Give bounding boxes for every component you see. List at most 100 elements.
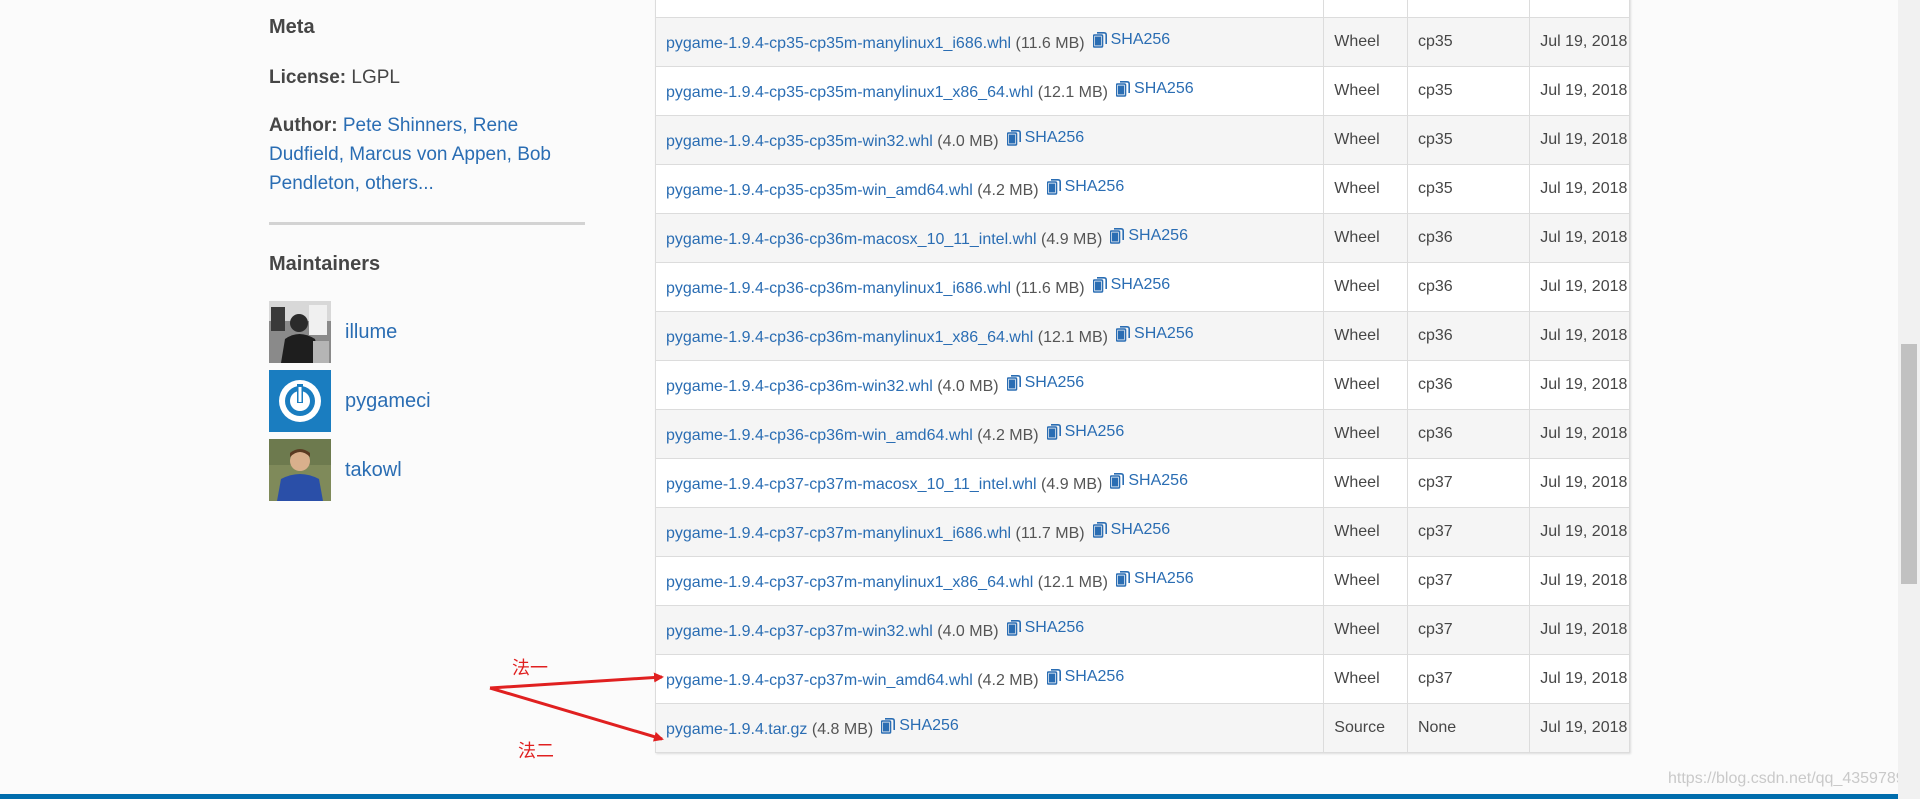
date-cell: Jul 19, 2018 [1529,507,1630,557]
file-download-link[interactable]: pygame-1.9.4-cp37-cp37m-macosx_10_11_int… [666,476,1037,493]
copy-icon [1092,522,1107,538]
table-row: pygame-1.9.4-cp36-cp36m-macosx_10_11_int… [654,213,1630,263]
copy-icon [1006,620,1021,636]
copy-icon [1046,179,1061,195]
file-cell: pygame-1.9.4-cp37-cp37m-win32.whl (4.0 M… [654,605,1325,655]
python-cell: cp36 [1406,311,1531,361]
maintainer-item[interactable]: pygameci [269,370,431,432]
file-size: (11.6 MB) [1015,280,1085,297]
python-cell: cp37 [1406,556,1531,606]
file-cell: pygame-1.9.4-cp35-cp35m-manylinux1_x86_6… [654,66,1325,116]
sha256-button[interactable]: SHA256 [1110,227,1188,245]
python-cell: cp35 [1406,164,1531,214]
scrollbar-thumb[interactable] [1901,344,1917,584]
file-download-link[interactable]: pygame-1.9.4-cp35-cp35m-manylinux1_i686.… [666,35,1011,52]
sha256-label: SHA256 [899,717,959,734]
scrollbar[interactable] [1898,0,1920,799]
type-cell: Wheel [1323,654,1408,704]
copy-icon [1110,473,1125,489]
date-cell: Jul 19, 2018 [1529,654,1630,704]
sha256-button[interactable]: SHA256 [1006,374,1084,392]
file-download-link[interactable]: pygame-1.9.4-cp37-cp37m-manylinux1_i686.… [666,525,1011,542]
file-download-link[interactable]: pygame-1.9.4.tar.gz [666,721,807,738]
table-row: pygame-1.9.4.tar.gz (4.8 MB) SHA256 Source… [654,703,1630,753]
avatar[interactable] [269,301,331,363]
sha256-button[interactable]: SHA256 [1046,668,1124,686]
avatar[interactable] [269,439,331,501]
table-row: pygame-1.9.4-cp36-cp36m-win32.whl (4.0 M… [654,360,1630,410]
copy-icon [1006,130,1021,146]
copy-icon [1116,326,1131,342]
maintainer-item[interactable]: takowl [269,439,402,501]
sha256-label: SHA256 [1134,325,1194,342]
maintainer-name[interactable]: illume [345,321,397,344]
sha256-button[interactable]: SHA256 [1046,178,1125,196]
maintainer-name[interactable]: takowl [345,459,402,482]
file-cell: pygame-1.9.4-cp36-cp36m-win_amd64.whl (4… [654,409,1325,459]
file-cell: pygame-1.9.4-cp37-cp37m-manylinux1_x86_6… [654,556,1325,606]
avatar[interactable] [269,370,331,432]
python-cell: None [1406,703,1531,753]
annotation-arrow-2 [489,686,664,742]
sha256-button[interactable]: SHA256 [1116,325,1194,343]
file-cell: pygame-1.9.4-cp36-cp36m-macosx_10_11_int… [654,213,1325,263]
maintainer-item[interactable]: illume [269,301,397,363]
avatar-photo-icon [269,301,331,363]
table-row: pygame-1.9.4-cp37-cp37m-manylinux1_x86_6… [654,556,1630,606]
date-cell: Jul 19, 2018 [1529,458,1630,508]
type-cell: Wheel [1323,409,1408,459]
date-cell: Jul 19, 2018 [1529,360,1630,410]
file-download-link[interactable]: pygame-1.9.4-cp36-cp36m-macosx_10_11_int… [666,231,1037,248]
sha256-button[interactable]: SHA256 [1110,472,1188,490]
sha256-button[interactable]: SHA256 [1092,521,1170,539]
python-cell: cp37 [1406,605,1531,655]
file-download-link[interactable]: pygame-1.9.4-cp37-cp37m-win32.whl [666,623,933,640]
file-download-link[interactable]: pygame-1.9.4-cp36-cp36m-manylinux1_x86_6… [666,329,1033,346]
sha256-button[interactable]: SHA256 [1092,31,1170,49]
annotation-label-1: 法一 [512,658,548,679]
sha256-button[interactable]: SHA256 [1092,276,1170,294]
file-download-link[interactable]: pygame-1.9.4-cp35-cp35m-win_amd64.whl [666,182,973,199]
sha256-button[interactable]: SHA256 [1006,129,1084,147]
python-cell: cp37 [1406,654,1531,704]
file-cell: pygame-1.9.4-cp35-cp35m-win32.whl (4.0 M… [654,115,1325,165]
meta-heading: Meta [269,16,315,38]
authors-link-line-3[interactable]: Pendleton, others... [269,173,434,194]
file-size: (12.1 MB) [1037,84,1109,101]
file-download-link[interactable]: pygame-1.9.4-cp35-cp35m-win32.whl [666,133,933,150]
python-cell: cp36 [1406,262,1531,312]
footer-bar [0,794,1898,799]
files-table-body: pygame-1.9.4-cp35-cp35m-manylinux1_i686.… [654,0,1630,753]
file-cell: pygame-1.9.4-cp36-cp36m-manylinux1_x86_6… [654,311,1325,361]
python-cell: cp37 [1406,507,1531,557]
file-cell [654,0,1325,18]
sha256-button[interactable]: SHA256 [881,717,959,735]
file-download-link[interactable]: pygame-1.9.4-cp35-cp35m-manylinux1_x86_6… [666,84,1033,101]
authors-link-line-1[interactable]: Pete Shinners, Rene [343,115,518,136]
authors-link-line-2[interactable]: Dudfield, Marcus von Appen, Bob [269,144,551,165]
file-download-link[interactable]: pygame-1.9.4-cp37-cp37m-manylinux1_x86_6… [666,574,1033,591]
date-cell: Jul 19, 2018 [1529,115,1630,165]
file-size: (4.0 MB) [937,623,999,640]
sha256-button[interactable]: SHA256 [1046,423,1124,441]
sha256-button[interactable]: SHA256 [1116,80,1194,98]
file-download-link[interactable]: pygame-1.9.4-cp36-cp36m-manylinux1_i686.… [666,280,1011,297]
file-size: (4.0 MB) [937,378,999,395]
sha256-label: SHA256 [1134,80,1194,97]
sha256-label: SHA256 [1064,178,1125,195]
sha256-label: SHA256 [1128,472,1188,489]
date-cell: Jul 19, 2018 [1529,213,1630,263]
file-size: (4.9 MB) [1041,476,1103,493]
file-download-link[interactable]: pygame-1.9.4-cp36-cp36m-win32.whl [666,378,933,395]
sha256-button[interactable]: SHA256 [1116,570,1194,588]
file-download-link[interactable]: pygame-1.9.4-cp37-cp37m-win_amd64.whl [666,672,973,689]
file-download-link[interactable]: pygame-1.9.4-cp36-cp36m-win_amd64.whl [666,427,973,444]
file-cell: pygame-1.9.4-cp37-cp37m-win_amd64.whl (4… [654,654,1325,704]
copy-icon [1006,375,1021,391]
python-cell: cp37 [1406,458,1531,508]
maintainer-name[interactable]: pygameci [345,390,431,413]
sha256-button[interactable]: SHA256 [1006,619,1084,637]
project-page: Meta License: LGPL Author: Pete Shinners… [0,0,1898,799]
file-cell: pygame-1.9.4-cp37-cp37m-manylinux1_i686.… [654,507,1325,557]
file-cell: pygame-1.9.4-cp36-cp36m-manylinux1_i686.… [654,262,1325,312]
